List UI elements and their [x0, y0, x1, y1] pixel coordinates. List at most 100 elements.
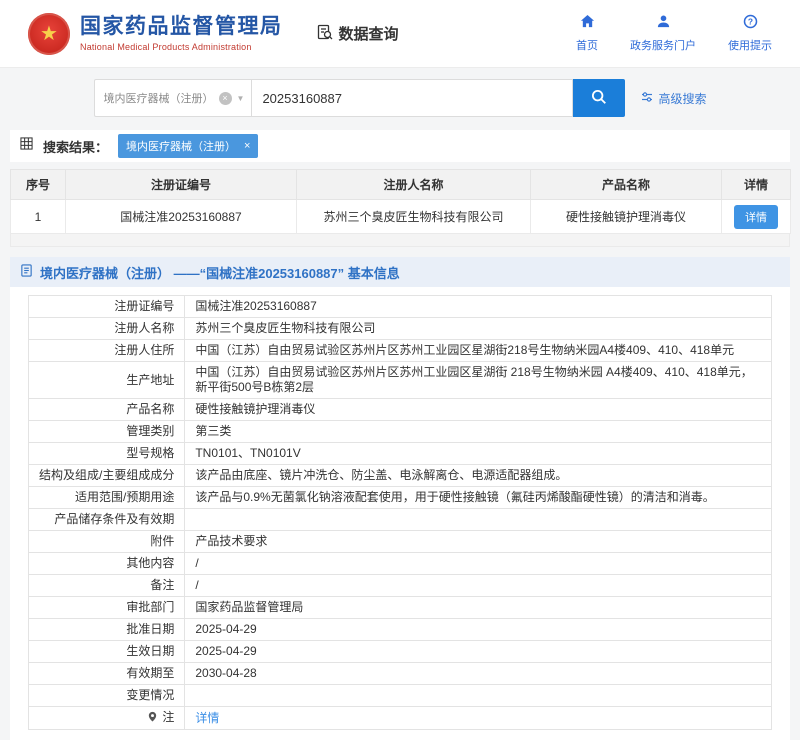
detail-row: 变更情况: [29, 685, 772, 707]
category-select-value: 境内医疗器械（注册）: [104, 90, 214, 106]
detail-row: 注册人住所中国（江苏）自由贸易试验区苏州片区苏州工业园区星湖街218号生物纳米园…: [29, 340, 772, 362]
document-icon: [20, 264, 33, 280]
detail-value: /: [185, 553, 772, 575]
detail-value: 硬性接触镜护理消毒仪: [185, 399, 772, 421]
detail-row: 审批部门国家药品监督管理局: [29, 597, 772, 619]
clear-icon[interactable]: ×: [219, 92, 232, 105]
table-row: 1 国械注准20253160887 苏州三个臭皮匠生物科技有限公司 硬性接触镜护…: [11, 200, 791, 234]
results-table: 序号 注册证编号 注册人名称 产品名称 详情 1 国械注准20253160887…: [10, 169, 791, 234]
detail-label: 生效日期: [29, 641, 185, 663]
search-input[interactable]: [251, 79, 573, 117]
cell-product: 硬性接触镜护理消毒仪: [531, 200, 722, 234]
results-header-row: 序号 注册证编号 注册人名称 产品名称 详情: [11, 170, 791, 200]
detail-row: 结构及组成/主要组成成分该产品由底座、镜片冲洗仓、防尘盖、电泳解离仓、电源适配器…: [29, 465, 772, 487]
detail-value: 产品技术要求: [185, 531, 772, 553]
org-name: 国家药品监督管理局: [80, 15, 283, 39]
detail-button[interactable]: 详情: [734, 205, 778, 229]
nav-usage-tips[interactable]: ? 使用提示: [728, 14, 772, 53]
detail-label: 其他内容: [29, 553, 185, 575]
detail-row: 型号规格TN0101、TN0101V: [29, 443, 772, 465]
data-query-icon: [317, 24, 333, 44]
search-button[interactable]: [573, 79, 625, 117]
detail-label: 注册人住所: [29, 340, 185, 362]
col-registrant: 注册人名称: [297, 170, 531, 200]
filter-tag-label: 境内医疗器械（注册）: [126, 138, 236, 154]
cell-index: 1: [11, 200, 66, 234]
col-product: 产品名称: [531, 170, 722, 200]
chevron-down-icon: ▼: [237, 94, 245, 103]
detail-row: 产品名称硬性接触镜护理消毒仪: [29, 399, 772, 421]
advanced-search-label: 高级搜索: [658, 90, 706, 107]
detail-value: [185, 509, 772, 531]
detail-label: 型号规格: [29, 443, 185, 465]
user-icon: [656, 14, 671, 34]
detail-value: 2030-04-28: [185, 663, 772, 685]
detail-label: 产品储存条件及有效期: [29, 509, 185, 531]
detail-value: 2025-04-29: [185, 619, 772, 641]
detail-row: 适用范围/预期用途该产品与0.9%无菌氯化钠溶液配套使用，用于硬性接触镜（氟硅丙…: [29, 487, 772, 509]
detail-row: 管理类别第三类: [29, 421, 772, 443]
filter-tag[interactable]: 境内医疗器械（注册） ×: [118, 134, 258, 158]
detail-value: 第三类: [185, 421, 772, 443]
detail-value: 2025-04-29: [185, 641, 772, 663]
detail-table: 注册证编号国械注准20253160887注册人名称苏州三个臭皮匠生物科技有限公司…: [28, 295, 772, 730]
detail-section: 境内医疗器械（注册） ——“国械注准20253160887” 基本信息 注册证编…: [10, 257, 790, 740]
detail-value: 中国（江苏）自由贸易试验区苏州片区苏州工业园区星湖街218号生物纳米园A4楼40…: [185, 340, 772, 362]
detail-row: 注册人名称苏州三个臭皮匠生物科技有限公司: [29, 318, 772, 340]
nav-gov-portal[interactable]: 政务服务门户: [630, 14, 696, 53]
detail-title-text: 境内医疗器械（注册） ——“国械注准20253160887” 基本信息: [40, 263, 400, 282]
detail-value: 苏州三个臭皮匠生物科技有限公司: [185, 318, 772, 340]
nav-gov-portal-label: 政务服务门户: [630, 37, 696, 53]
svg-text:?: ?: [747, 17, 752, 27]
note-label: 注: [162, 710, 174, 724]
cell-cert-no: 国械注准20253160887: [66, 200, 297, 234]
nav-home-label: 首页: [576, 37, 598, 53]
detail-row: 批准日期2025-04-29: [29, 619, 772, 641]
nav-home[interactable]: 首页: [576, 14, 598, 53]
detail-value: 中国（江苏）自由贸易试验区苏州片区苏州工业园区星湖街 218号生物纳米园 A4楼…: [185, 362, 772, 399]
nmpa-emblem-icon: ★: [28, 13, 70, 55]
grid-icon: [20, 137, 33, 155]
detail-label: 变更情况: [29, 685, 185, 707]
nav-usage-tips-label: 使用提示: [728, 37, 772, 53]
detail-label: 审批部门: [29, 597, 185, 619]
home-icon: [580, 14, 595, 34]
detail-value: TN0101、TN0101V: [185, 443, 772, 465]
table-footer: [10, 234, 790, 247]
detail-row: 产品储存条件及有效期: [29, 509, 772, 531]
cell-detail: 详情: [722, 200, 791, 234]
detail-row-note: 注 详情: [29, 707, 772, 730]
detail-label: 产品名称: [29, 399, 185, 421]
filter-icon: [641, 91, 653, 106]
detail-row: 附件产品技术要求: [29, 531, 772, 553]
detail-label: 管理类别: [29, 421, 185, 443]
logo-block: ★ 国家药品监督管理局 National Medical Products Ad…: [28, 13, 283, 55]
top-nav: 首页 政务服务门户 ? 使用提示: [576, 14, 772, 53]
detail-label: 结构及组成/主要组成成分: [29, 465, 185, 487]
detail-row: 其他内容/: [29, 553, 772, 575]
category-select[interactable]: 境内医疗器械（注册） × ▼: [94, 79, 252, 117]
note-detail-link[interactable]: 详情: [195, 711, 219, 725]
detail-label: 有效期至: [29, 663, 185, 685]
results-table-section: 序号 注册证编号 注册人名称 产品名称 详情 1 国械注准20253160887…: [10, 169, 790, 247]
detail-value: 详情: [185, 707, 772, 730]
detail-value: 国械注准20253160887: [185, 296, 772, 318]
detail-label: 批准日期: [29, 619, 185, 641]
detail-row: 生效日期2025-04-29: [29, 641, 772, 663]
advanced-search-link[interactable]: 高级搜索: [641, 90, 706, 107]
col-index: 序号: [11, 170, 66, 200]
search-bar: 境内医疗器械（注册） × ▼ 高级搜索: [94, 79, 707, 117]
detail-row: 有效期至2030-04-28: [29, 663, 772, 685]
close-icon[interactable]: ×: [244, 141, 250, 152]
detail-value: [185, 685, 772, 707]
detail-value: 该产品由底座、镜片冲洗仓、防尘盖、电泳解离仓、电源适配器组成。: [185, 465, 772, 487]
col-cert-no: 注册证编号: [66, 170, 297, 200]
detail-row: 生产地址中国（江苏）自由贸易试验区苏州片区苏州工业园区星湖街 218号生物纳米园…: [29, 362, 772, 399]
detail-value: /: [185, 575, 772, 597]
detail-label: 生产地址: [29, 362, 185, 399]
detail-value: 该产品与0.9%无菌氯化钠溶液配套使用，用于硬性接触镜（氟硅丙烯酸酯硬性镜）的清…: [185, 487, 772, 509]
org-name-en: National Medical Products Administration: [80, 42, 283, 52]
results-header: 搜索结果： 境内医疗器械（注册） ×: [10, 130, 790, 162]
site-header: ★ 国家药品监督管理局 National Medical Products Ad…: [0, 0, 800, 68]
note-pin-icon: [147, 711, 158, 725]
